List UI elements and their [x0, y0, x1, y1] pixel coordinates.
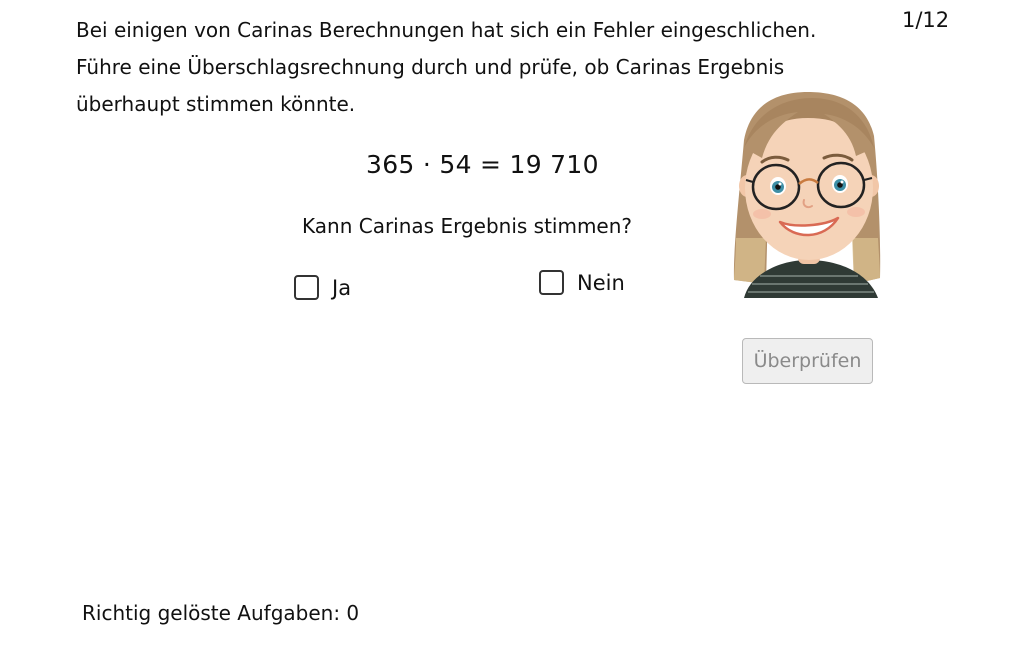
- question-text: Kann Carinas Ergebnis stimmen?: [302, 214, 633, 238]
- option-no[interactable]: Nein: [539, 270, 625, 295]
- instruction-line-3: überhaupt stimmen könnte.: [76, 92, 356, 116]
- instruction-line-1: Bei einigen von Carinas Berechnungen hat…: [76, 18, 817, 42]
- equation: 365 · 54 = 19 710: [366, 150, 599, 179]
- yes-checkbox[interactable]: [294, 275, 319, 300]
- check-button[interactable]: Überprüfen: [742, 338, 873, 384]
- task-counter: 1/12: [902, 8, 950, 32]
- instruction-line-2: Führe eine Überschlagsrechnung durch und…: [76, 55, 785, 79]
- no-checkbox[interactable]: [539, 270, 564, 295]
- score-text: Richtig gelöste Aufgaben: 0: [82, 601, 360, 625]
- option-yes[interactable]: Ja: [294, 275, 351, 300]
- yes-label[interactable]: Ja: [332, 276, 351, 300]
- girl-with-glasses-avatar: [733, 92, 881, 298]
- task-instruction: Bei einigen von Carinas Berechnungen hat…: [76, 12, 836, 123]
- no-label[interactable]: Nein: [577, 271, 625, 295]
